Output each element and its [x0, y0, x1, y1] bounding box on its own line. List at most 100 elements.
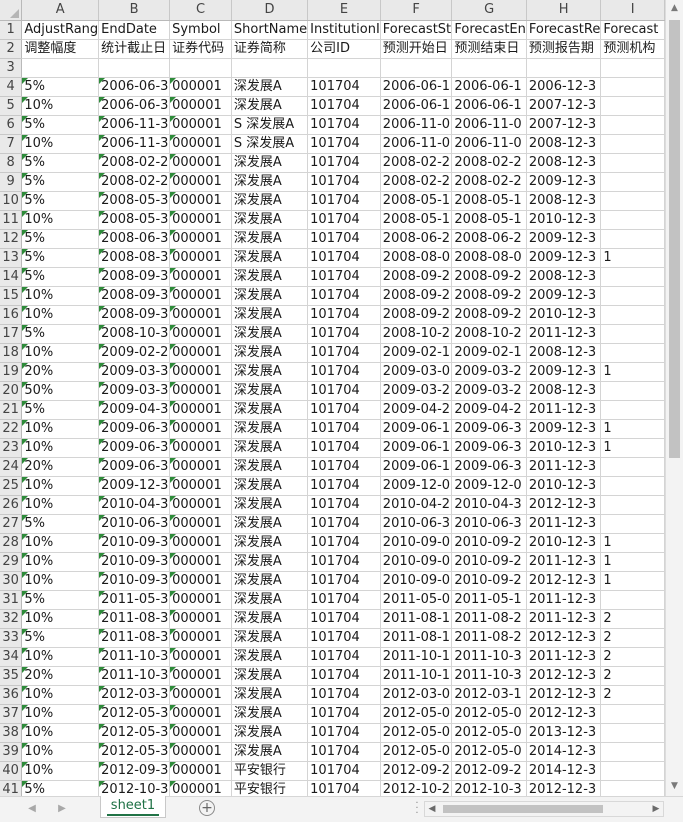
cell-e12[interactable]: 101704	[307, 229, 381, 249]
cell-h33[interactable]: 2012-12-3	[526, 628, 602, 648]
row-header[interactable]: 5	[0, 96, 23, 116]
cell-i27[interactable]	[600, 514, 665, 534]
cell-f29[interactable]: 2010-09-0	[380, 552, 453, 572]
cell-g35[interactable]: 2011-10-3	[451, 666, 527, 686]
cell-i12[interactable]	[600, 229, 665, 249]
cell-a25[interactable]: 10%	[21, 476, 100, 496]
cell-g9[interactable]: 2008-02-2	[451, 172, 527, 192]
cell-i28[interactable]: 1	[600, 533, 665, 553]
cell-b29[interactable]: 2010-09-3	[98, 552, 171, 572]
cell-f14[interactable]: 2008-09-2	[380, 267, 453, 287]
horizontal-scroll-thumb[interactable]	[443, 805, 603, 813]
cell-a22[interactable]: 10%	[21, 419, 100, 439]
cell-a18[interactable]: 10%	[21, 343, 100, 363]
cell-c12[interactable]: 000001	[169, 229, 232, 249]
cell-b37[interactable]: 2012-05-3	[98, 704, 171, 724]
cell-h8[interactable]: 2008-12-3	[526, 153, 602, 173]
cell-b39[interactable]: 2012-05-3	[98, 742, 171, 762]
cell-g19[interactable]: 2009-03-2	[451, 362, 527, 382]
row-header[interactable]: 41	[0, 780, 23, 796]
cell-i16[interactable]	[600, 305, 665, 325]
row-header[interactable]: 11	[0, 210, 23, 230]
cell-a16[interactable]: 10%	[21, 305, 100, 325]
row-header[interactable]: 37	[0, 704, 23, 724]
column-header-g[interactable]: G	[451, 0, 527, 21]
cell-c25[interactable]: 000001	[169, 476, 232, 496]
cell-d38[interactable]: 深发展A	[231, 723, 309, 743]
cell-f31[interactable]: 2011-05-0	[380, 590, 453, 610]
cell-b14[interactable]: 2008-09-3	[98, 267, 171, 287]
cell-i41[interactable]	[600, 780, 665, 796]
cell-g31[interactable]: 2011-05-1	[451, 590, 527, 610]
cell-e26[interactable]: 101704	[307, 495, 381, 515]
cell-e41[interactable]: 101704	[307, 780, 381, 796]
cell-e16[interactable]: 101704	[307, 305, 381, 325]
cell-b13[interactable]: 2008-08-3	[98, 248, 171, 268]
cell-a37[interactable]: 10%	[21, 704, 100, 724]
cell-i14[interactable]	[600, 267, 665, 287]
row-header[interactable]: 26	[0, 495, 23, 515]
cell-g40[interactable]: 2012-09-2	[451, 761, 527, 781]
cell-a32[interactable]: 10%	[21, 609, 100, 629]
cell-f32[interactable]: 2011-08-1	[380, 609, 453, 629]
cell-c14[interactable]: 000001	[169, 267, 232, 287]
cell-g7[interactable]: 2006-11-0	[451, 134, 527, 154]
cell-i8[interactable]	[600, 153, 665, 173]
cell-h3[interactable]	[526, 58, 602, 78]
cell-a27[interactable]: 5%	[21, 514, 100, 534]
cell-e19[interactable]: 101704	[307, 362, 381, 382]
cell-c20[interactable]: 000001	[169, 381, 232, 401]
cell-b35[interactable]: 2011-10-3	[98, 666, 171, 686]
cell-f6[interactable]: 2006-11-0	[380, 115, 453, 135]
cell-h9[interactable]: 2009-12-3	[526, 172, 602, 192]
cell-i39[interactable]	[600, 742, 665, 762]
cell-f3[interactable]	[380, 58, 453, 78]
cell-b31[interactable]: 2011-05-3	[98, 590, 171, 610]
cell-g13[interactable]: 2008-08-0	[451, 248, 527, 268]
cell-a7[interactable]: 10%	[21, 134, 100, 154]
cell-d23[interactable]: 深发展A	[231, 438, 309, 458]
cell-d21[interactable]: 深发展A	[231, 400, 309, 420]
cell-h6[interactable]: 2007-12-3	[526, 115, 602, 135]
cell-g32[interactable]: 2011-08-2	[451, 609, 527, 629]
cell-f26[interactable]: 2010-04-2	[380, 495, 453, 515]
cell-h22[interactable]: 2009-12-3	[526, 419, 602, 439]
cell-h29[interactable]: 2011-12-3	[526, 552, 602, 572]
cell-e24[interactable]: 101704	[307, 457, 381, 477]
row-header[interactable]: 3	[0, 58, 23, 78]
cell-c39[interactable]: 000001	[169, 742, 232, 762]
cell-h4[interactable]: 2006-12-3	[526, 77, 602, 97]
cell-c30[interactable]: 000001	[169, 571, 232, 591]
cell-d12[interactable]: 深发展A	[231, 229, 309, 249]
cell-h32[interactable]: 2011-12-3	[526, 609, 602, 629]
cell-e31[interactable]: 101704	[307, 590, 381, 610]
cell-f25[interactable]: 2009-12-0	[380, 476, 453, 496]
cell-e7[interactable]: 101704	[307, 134, 381, 154]
cell-a6[interactable]: 5%	[21, 115, 100, 135]
cell-h19[interactable]: 2009-12-3	[526, 362, 602, 382]
cell-h21[interactable]: 2011-12-3	[526, 400, 602, 420]
cell-a12[interactable]: 5%	[21, 229, 100, 249]
cell-h12[interactable]: 2009-12-3	[526, 229, 602, 249]
cell-e27[interactable]: 101704	[307, 514, 381, 534]
row-header[interactable]: 34	[0, 647, 23, 667]
cell-g12[interactable]: 2008-06-2	[451, 229, 527, 249]
cell-i32[interactable]: 2	[600, 609, 665, 629]
cell-a19[interactable]: 20%	[21, 362, 100, 382]
cell-c2[interactable]: 证券代码	[169, 39, 232, 59]
cell-h34[interactable]: 2011-12-3	[526, 647, 602, 667]
cell-g29[interactable]: 2010-09-2	[451, 552, 527, 572]
cell-b4[interactable]: 2006-06-3	[98, 77, 171, 97]
cell-f33[interactable]: 2011-08-1	[380, 628, 453, 648]
cell-i10[interactable]	[600, 191, 665, 211]
cell-c13[interactable]: 000001	[169, 248, 232, 268]
row-header[interactable]: 33	[0, 628, 23, 648]
cell-b27[interactable]: 2010-06-3	[98, 514, 171, 534]
cell-g3[interactable]	[451, 58, 527, 78]
row-header[interactable]: 36	[0, 685, 23, 705]
cell-g20[interactable]: 2009-03-2	[451, 381, 527, 401]
cell-d34[interactable]: 深发展A	[231, 647, 309, 667]
cell-d19[interactable]: 深发展A	[231, 362, 309, 382]
cell-d20[interactable]: 深发展A	[231, 381, 309, 401]
cell-f35[interactable]: 2011-10-1	[380, 666, 453, 686]
